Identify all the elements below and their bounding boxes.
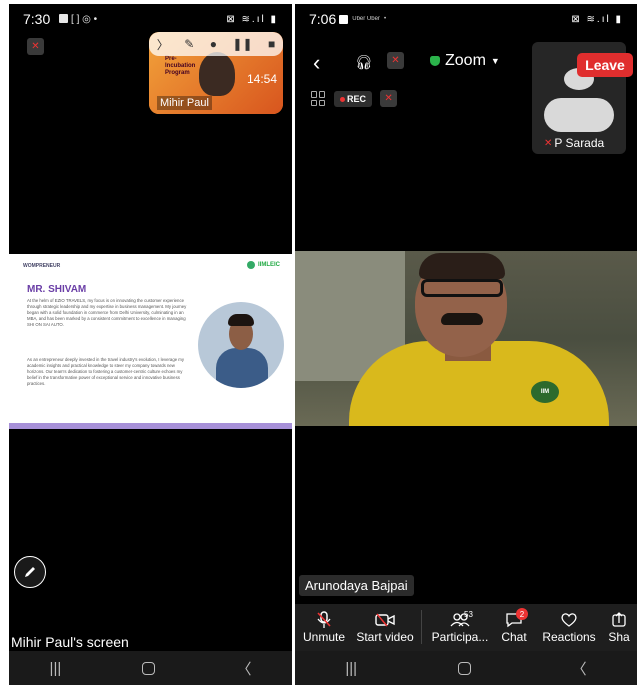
globe-icon: [247, 261, 255, 269]
slide-paragraph-1: At the helm of EZIO TRAVELS, my focus is…: [27, 298, 187, 327]
profile-photo: [198, 302, 284, 388]
video-off-icon: [375, 610, 395, 630]
status-extra: Uber Uber: [352, 16, 380, 22]
signal-battery-icon: ⊠ ≋.ıl ▮: [571, 13, 623, 25]
pause-icon[interactable]: ❚❚: [232, 37, 252, 51]
person-icon[interactable]: ●: [210, 37, 217, 51]
recording-badge: REC: [334, 90, 373, 107]
share-icon: [612, 610, 626, 630]
slide-footer-bar: [9, 423, 292, 429]
android-nav-bar: ||| 〈: [295, 651, 637, 685]
chevron-down-icon: ▼: [490, 56, 500, 66]
home-icon[interactable]: [142, 661, 156, 675]
gallery-view-icon[interactable]: [311, 91, 326, 106]
screen-share-label: Mihir Paul's screen: [11, 634, 129, 650]
participants-button[interactable]: 53 Participa...: [426, 610, 494, 644]
right-phone-screen: 7:06 Uber Uber • ⊠ ≋.ıl ▮ ‹ 🎧︎ ✕ Zoom ▼ …: [295, 4, 637, 685]
home-icon[interactable]: [457, 661, 471, 675]
shared-slide: WOMPRENEUR IIMLEIC MR. SHIVAM At the hel…: [9, 254, 292, 429]
mic-off-icon: ✕: [27, 38, 44, 55]
audio-headset-icon[interactable]: 🎧︎: [355, 54, 373, 71]
android-nav-bar: ||| 〈: [9, 651, 292, 685]
status-time: 7:30: [23, 11, 51, 27]
unmute-button[interactable]: Unmute: [295, 610, 353, 644]
status-time: 7:06: [309, 11, 337, 27]
speaker-video: IIM: [295, 251, 637, 426]
meeting-title[interactable]: Zoom ▼: [430, 52, 500, 70]
slide-heading: MR. SHIVAM: [27, 284, 87, 295]
mic-muted-icon: [316, 610, 332, 630]
status-icons: [ ] ◎ •: [56, 14, 97, 25]
participants-count: 53: [464, 610, 473, 619]
wompreneur-logo: WOMPRENEUR: [23, 263, 61, 269]
back-icon[interactable]: 〈: [572, 658, 587, 679]
annotate-button[interactable]: [14, 556, 46, 588]
chat-button[interactable]: 2 Chat: [494, 608, 534, 644]
mic-off-icon: ✕: [544, 137, 553, 149]
notification-icon: [339, 14, 349, 24]
avatar-body: [544, 98, 614, 132]
recording-timer: 14:54: [246, 72, 277, 86]
mic-off-icon: ✕: [380, 90, 398, 107]
stop-icon[interactable]: ■: [268, 37, 275, 51]
recents-icon[interactable]: |||: [345, 660, 357, 677]
share-button[interactable]: Sha: [604, 610, 634, 644]
meeting-toolbar: Unmute Start video 53 Participa... 2 Cha…: [295, 604, 637, 651]
recents-icon[interactable]: |||: [50, 660, 62, 677]
slide-paragraph-2: As an entrepreneur deeply invested in th…: [27, 357, 185, 386]
chat-unread-badge: 2: [516, 608, 528, 620]
pencil-icon: [25, 567, 35, 577]
reactions-button[interactable]: Reactions: [534, 610, 604, 644]
shield-icon: [430, 56, 440, 66]
self-name: ✕ P Sarada: [544, 136, 605, 150]
bubble-controls[interactable]: 〉 ✎ ● ❚❚ ■: [149, 32, 283, 56]
heart-icon: [560, 610, 578, 630]
start-video-button[interactable]: Start video: [353, 610, 417, 644]
mic-off-icon: ✕: [387, 52, 404, 69]
shirt-badge: IIM: [531, 381, 559, 403]
status-bar: 7:06 Uber Uber • ⊠ ≋.ıl ▮: [309, 11, 623, 27]
status-bar: 7:30 [ ] ◎ • ⊠ ≋.ıl ▮: [9, 4, 292, 34]
bubble-participant-name: Mihir Paul: [157, 96, 212, 110]
floating-video-bubble[interactable]: Pre-Incubation Program 〉 ✎ ● ❚❚ ■ 14:54 …: [149, 32, 283, 114]
participant-face: [199, 52, 235, 96]
signal-battery-icon: ⊠ ≋.ıl ▮: [226, 13, 278, 25]
leave-button[interactable]: Leave: [577, 53, 633, 77]
left-phone-screen: 7:30 [ ] ◎ • ⊠ ≋.ıl ▮ ✕ Pre-Incubation P…: [9, 4, 292, 685]
collapse-icon[interactable]: 〉: [157, 36, 169, 53]
back-icon[interactable]: 〈: [236, 658, 251, 679]
back-chevron-icon[interactable]: ‹: [313, 50, 320, 76]
meeting-status-row: REC ✕: [311, 90, 398, 107]
iiml-eic-logo: IIMLEIC: [247, 261, 280, 269]
pen-icon[interactable]: ✎: [184, 37, 194, 51]
speaker-name-tag: Arunodaya Bajpai: [299, 575, 414, 596]
